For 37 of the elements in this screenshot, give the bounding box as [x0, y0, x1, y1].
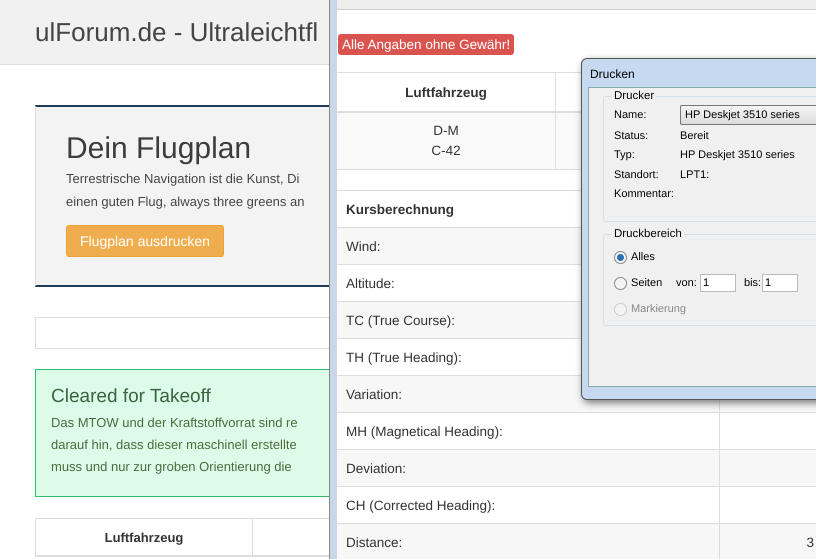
table-cell: Distance: [337, 524, 720, 559]
table-header: Luftfahrzeug [337, 73, 556, 111]
table-cell: D-M C-42 [337, 113, 556, 169]
intro-text: Terrestrische Navigation ist die Kunst, Di [66, 170, 300, 188]
table-cell: CH (Corrected Heading): [337, 487, 720, 523]
address-bar[interactable] [337, 0, 816, 10]
field-value: HP Deskjet 3510 series [680, 149, 795, 162]
intro-text: einen guten Flug, always three greens an [66, 193, 304, 211]
field-label: Standort: [614, 168, 660, 181]
group-legend: Drucker [612, 90, 656, 102]
radio-option[interactable]: Seiten [614, 276, 676, 290]
radio-option[interactable]: Alles [614, 250, 676, 264]
field-value: LPT1: [680, 168, 710, 181]
dialog-title: Drucken [589, 66, 636, 83]
field-value: Bereit [680, 130, 709, 142]
field-label: Kommentar: [614, 188, 675, 200]
table-cell: 3 [806, 534, 814, 550]
printer-dropdown[interactable]: HP Deskjet 3510 series [680, 105, 816, 125]
alert-heading: Cleared for Takeoff [51, 386, 211, 408]
to-page-field[interactable]: 1 [762, 274, 798, 292]
jumbotron-heading: Dein Flugplan [66, 131, 252, 167]
table-header: Luftfahrzeug [35, 519, 253, 555]
table-cell: MH (Magnetical Heading): [337, 413, 720, 449]
table-header: Kursberechnung [346, 202, 454, 216]
warning-label: Alle Angaben ohne Gewähr! [338, 34, 514, 55]
alert-text: darauf hin, dass dieser maschinell erstellte [51, 436, 297, 454]
field-label: Status: [614, 130, 650, 142]
field-label: von: [676, 277, 698, 289]
site-title: ulForum.de - Ultraleichtfl [35, 16, 318, 48]
table-cell: Deviation: [337, 450, 720, 486]
from-page-field[interactable]: 1 [700, 274, 736, 292]
field-label: Name: [614, 109, 648, 121]
alert-text: muss und nur zur groben Orientierung die [51, 458, 292, 476]
alert-text: Das MTOW und der Kraftstoffvorrat sind re [51, 414, 298, 432]
field-label: bis: [744, 277, 762, 289]
field-label: Typ: [614, 149, 636, 162]
group-legend: Druckbereich [612, 228, 684, 240]
